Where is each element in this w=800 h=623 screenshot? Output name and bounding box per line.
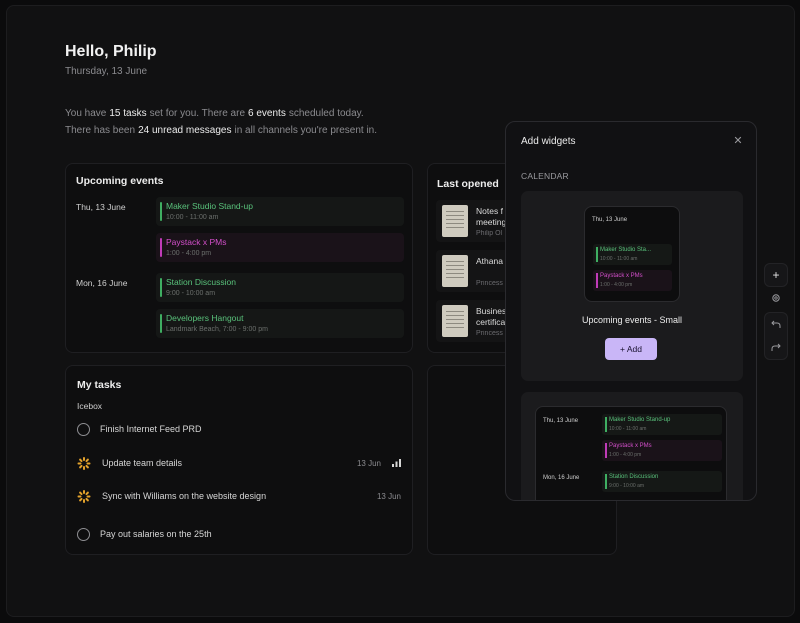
add-widgets-panel: Add widgets ✕ CALENDAR Thu, 13 June Make…: [505, 121, 757, 501]
document-thumbnail: [442, 205, 468, 237]
event-title: Maker Studio Stand-up: [609, 417, 671, 423]
day-label: Mon, 16 June: [543, 475, 580, 481]
event-time: Landmark Beach, 7:00 - 9:00 pm: [166, 326, 268, 333]
summary-text-part: There has been: [65, 125, 136, 136]
in-progress-icon[interactable]: [77, 457, 90, 470]
messages-count: 24 unread messages: [138, 125, 232, 136]
day-label: Thu, 13 June: [543, 418, 579, 424]
card-title: Upcoming events: [76, 175, 164, 187]
tasks-count: 15 tasks: [109, 108, 147, 119]
summary-text-part: You have: [65, 108, 107, 119]
event-title: Paystack x PMs: [600, 273, 643, 279]
signal-bars-icon: [392, 459, 401, 467]
day-label: Thu, 13 June: [592, 217, 628, 223]
event-time: 1:00 - 4:00 pm: [166, 250, 212, 257]
day-label: Thu, 13 June: [76, 202, 126, 212]
widget-name: Upcoming events - Small: [581, 315, 683, 325]
event-item[interactable]: Paystack x PMs 1:00 - 4:00 pm: [156, 233, 404, 262]
summary-text-part: scheduled today.: [288, 108, 364, 119]
task-label: Update team details: [102, 458, 183, 468]
add-widget-button[interactable]: + Add: [605, 338, 657, 360]
summary-text-part: set for you. There are: [149, 108, 246, 119]
event-item[interactable]: Station Discussion 9:00 - 10:00 am: [156, 273, 404, 302]
event-item: Maker Studio Sta... 10:00 - 11:00 am: [593, 244, 672, 265]
event-title: Paystack x PMs: [609, 443, 652, 449]
event-title: Station Discussion: [609, 474, 659, 480]
task-label: Sync with Williams on the website design: [102, 491, 267, 501]
event-time: 9:00 - 10:00 am: [609, 483, 645, 489]
event-time: 10:00 - 11:00 am: [166, 214, 219, 221]
event-item[interactable]: Maker Studio Stand-up 10:00 - 11:00 am: [156, 197, 404, 226]
section-label: CALENDAR: [521, 171, 569, 181]
redo-icon[interactable]: [765, 336, 787, 358]
document-thumbnail: [442, 305, 468, 337]
event-title: Paystack x PMs: [166, 237, 227, 247]
task-item[interactable]: Finish Internet Feed PRD: [77, 421, 403, 439]
page-date: Thursday, 13 June: [65, 66, 148, 77]
card-title: Last opened: [437, 178, 499, 190]
event-time: 10:00 - 11:00 am: [600, 256, 638, 262]
panel-title: Add widgets: [521, 136, 576, 147]
event-time: 1:00 - 4:00 pm: [609, 452, 642, 458]
task-due-date: 13 Jun: [356, 459, 381, 468]
widget-preview-small: Thu, 13 June Maker Studio Sta... 10:00 -…: [521, 191, 743, 381]
page-title: Hello, Philip: [65, 43, 157, 60]
gear-icon[interactable]: [765, 287, 787, 309]
card-title: My tasks: [77, 379, 122, 391]
task-item[interactable]: Update team details 13 Jun: [77, 455, 403, 473]
widget-preview-large: Thu, 13 June Maker Studio Stand-up 10:00…: [521, 392, 743, 500]
task-status-icon[interactable]: [77, 423, 90, 436]
day-label: Mon, 16 June: [76, 278, 128, 288]
event-title: Station Discussion: [166, 277, 236, 287]
event-title: Maker Studio Sta...: [600, 247, 652, 253]
event-item: Paystack x PMs 1:00 - 4:00 pm: [593, 270, 672, 291]
task-label: Finish Internet Feed PRD: [100, 424, 202, 434]
task-status-icon[interactable]: [77, 528, 90, 541]
document-thumbnail: [442, 255, 468, 287]
task-label: Pay out salaries on the 25th: [100, 529, 212, 539]
event-title: Developers Hangout: [166, 313, 244, 323]
task-group-label: Icebox: [77, 401, 103, 411]
widget-thumbnail: Thu, 13 June Maker Studio Sta... 10:00 -…: [584, 206, 680, 302]
summary-text-part: in all channels you're present in.: [234, 125, 378, 136]
in-progress-icon[interactable]: [77, 490, 90, 503]
task-item[interactable]: Pay out salaries on the 25th: [77, 526, 403, 544]
events-count: 6 events: [248, 108, 286, 119]
event-item: Maker Studio Stand-up 10:00 - 11:00 am: [602, 414, 722, 435]
event-time: 9:00 - 10:00 am: [166, 290, 216, 297]
event-item: Paystack x PMs 1:00 - 4:00 pm: [602, 440, 722, 461]
add-widget-toggle[interactable]: +: [765, 264, 787, 286]
undo-icon[interactable]: [765, 313, 787, 335]
summary-text: You have 15 tasks set for you. There are 6 …: [65, 105, 377, 139]
close-icon[interactable]: ✕: [731, 134, 745, 148]
event-time: 1:00 - 4:00 pm: [600, 282, 633, 288]
event-item[interactable]: Developers Hangout Landmark Beach, 7:00 …: [156, 309, 404, 338]
event-title: Maker Studio Stand-up: [166, 201, 253, 211]
event-item: Station Discussion 9:00 - 10:00 am: [602, 471, 722, 492]
upcoming-events-card: Upcoming events Thu, 13 June Maker Studi…: [65, 163, 413, 353]
task-due-date: 13 Jun: [376, 492, 401, 501]
event-time: 10:00 - 11:00 am: [609, 426, 647, 432]
widget-thumbnail: Thu, 13 June Maker Studio Stand-up 10:00…: [535, 406, 727, 500]
task-item[interactable]: Sync with Williams on the website design…: [77, 488, 403, 506]
